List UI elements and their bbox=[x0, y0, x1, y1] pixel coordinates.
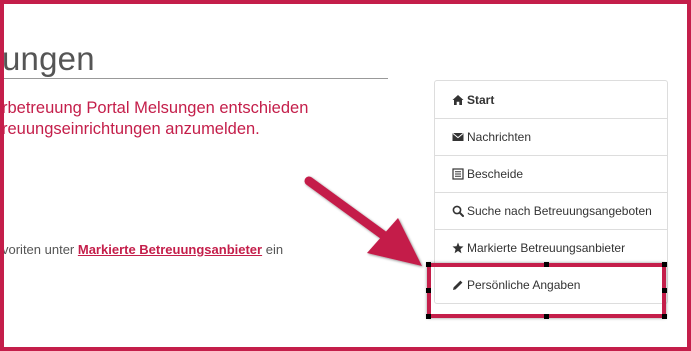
resize-handle bbox=[426, 288, 431, 293]
envelope-icon bbox=[451, 131, 464, 144]
nav-item-label: Markierte Betreuungsanbieter bbox=[467, 241, 626, 255]
resize-handle bbox=[544, 314, 549, 319]
resize-handle bbox=[426, 262, 431, 267]
resize-handle bbox=[662, 314, 667, 319]
nav-item-label: Nachrichten bbox=[467, 130, 532, 144]
favorites-text: voriten unter Markierte Betreuungsanbiet… bbox=[2, 242, 283, 257]
sidebar-nav: Start Nachrichten Bescheide Suche nach B… bbox=[434, 80, 668, 304]
nav-item-bescheide[interactable]: Bescheide bbox=[435, 155, 667, 192]
nav-item-suche[interactable]: Suche nach Betreuungsangeboten bbox=[435, 192, 667, 229]
nav-item-label: Persönliche Angaben bbox=[467, 278, 581, 292]
favorites-prefix: voriten unter bbox=[2, 242, 78, 257]
intro-line-1: rbetreuung Portal Melsungen entschieden bbox=[2, 99, 309, 117]
nav-item-persoenliche-angaben[interactable]: Persönliche Angaben bbox=[435, 266, 667, 303]
nav-item-label: Bescheide bbox=[467, 167, 524, 181]
home-icon bbox=[451, 93, 464, 106]
favorites-suffix: ein bbox=[262, 242, 284, 257]
intro-text: rbetreuung Portal Melsungen entschieden … bbox=[2, 98, 308, 140]
search-icon bbox=[451, 205, 464, 218]
pencil-icon bbox=[451, 279, 464, 292]
document-list-icon bbox=[451, 168, 464, 181]
page-title: ungen bbox=[2, 40, 95, 77]
star-icon bbox=[451, 242, 464, 255]
resize-handle bbox=[426, 314, 431, 319]
nav-item-markierte[interactable]: Markierte Betreuungsanbieter bbox=[435, 229, 667, 266]
favorites-link[interactable]: Markierte Betreuungsanbieter bbox=[78, 242, 262, 257]
title-divider bbox=[4, 78, 388, 79]
nav-item-nachrichten[interactable]: Nachrichten bbox=[435, 118, 667, 155]
intro-line-2: reuungseinrichtungen anzumelden. bbox=[2, 120, 260, 138]
nav-item-label: Start bbox=[467, 92, 495, 107]
nav-item-start[interactable]: Start bbox=[435, 81, 667, 118]
nav-item-label: Suche nach Betreuungsangeboten bbox=[467, 204, 652, 218]
